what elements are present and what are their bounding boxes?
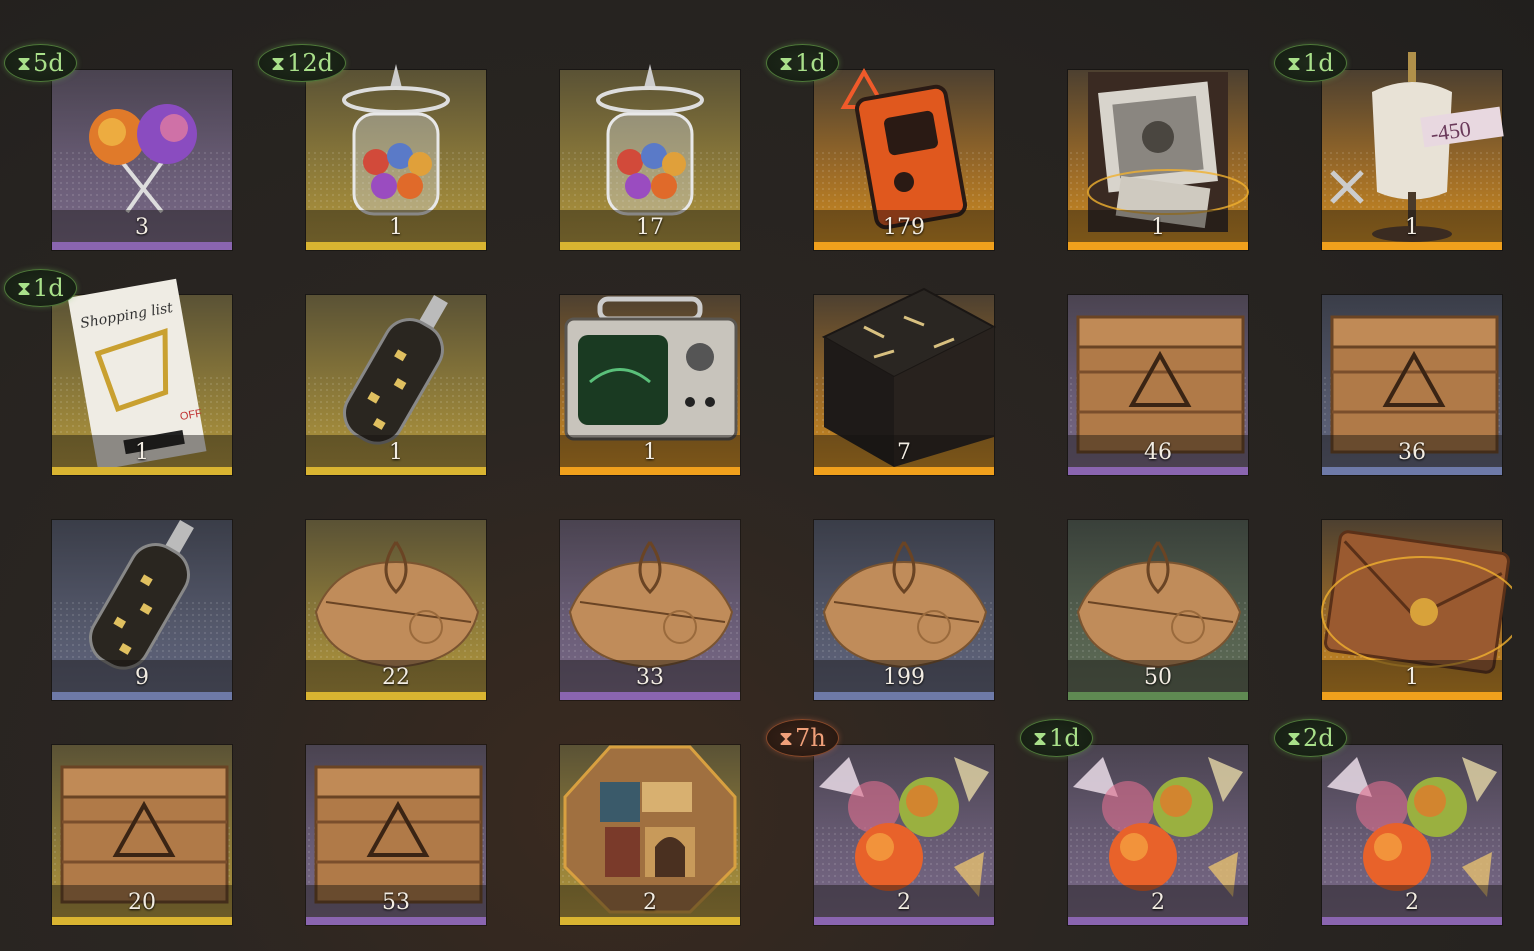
item-count: 199 xyxy=(883,665,925,690)
inventory-slot-lollipops[interactable]: 3 xyxy=(52,70,232,250)
item-count: 17 xyxy=(636,215,664,240)
rarity-stripe xyxy=(560,467,740,475)
item-count: 1 xyxy=(135,440,149,465)
inventory-slot-candies[interactable]: 2 xyxy=(1322,745,1502,925)
inventory-slot-parcel[interactable]: 22 xyxy=(306,520,486,700)
expiry-timer-badge: ⧗ 1d xyxy=(1274,44,1347,82)
item-count: 50 xyxy=(1144,665,1172,690)
item-count: 1 xyxy=(1405,215,1419,240)
timer-value: 7h xyxy=(795,724,826,752)
item-label-tag: -450 xyxy=(1429,116,1472,146)
hourglass-icon: ⧗ xyxy=(779,51,794,75)
inventory-slot-parcel[interactable]: 33 xyxy=(560,520,740,700)
item-count: 9 xyxy=(135,665,149,690)
timer-value: 5d xyxy=(33,49,64,77)
rarity-stripe xyxy=(306,917,486,925)
rarity-stripe xyxy=(52,242,232,250)
inventory-slot-envelope[interactable]: 1 xyxy=(1321,520,1512,700)
item-count: 36 xyxy=(1398,440,1426,465)
rarity-stripe xyxy=(1322,692,1502,700)
rarity-stripe xyxy=(814,242,994,250)
rarity-stripe xyxy=(52,917,232,925)
item-count: 3 xyxy=(135,215,149,240)
expiry-timer-badge: ⧗ 1d xyxy=(1020,719,1093,757)
item-count: 22 xyxy=(382,665,410,690)
expiry-timer-badge: ⧗ 5d xyxy=(4,44,77,82)
item-count: 179 xyxy=(883,215,925,240)
inventory-slot-puzzle-box[interactable]: 2 xyxy=(560,745,740,925)
rarity-stripe xyxy=(1068,917,1248,925)
item-count: 7 xyxy=(897,440,911,465)
item-count: 2 xyxy=(1405,890,1419,915)
inventory-slot-wooden-crate[interactable]: 46 xyxy=(1068,295,1248,475)
item-count: 2 xyxy=(643,890,657,915)
item-count: 46 xyxy=(1144,440,1172,465)
inventory-slot-orange-device[interactable]: 179 xyxy=(814,67,994,250)
expiry-timer-badge: ⧗ 2d xyxy=(1274,719,1347,757)
rarity-stripe xyxy=(1322,242,1502,250)
rarity-stripe xyxy=(52,692,232,700)
hourglass-icon: ⧗ xyxy=(271,51,286,75)
rarity-stripe xyxy=(1322,917,1502,925)
rarity-stripe xyxy=(1068,692,1248,700)
inventory-slot-parcel[interactable]: 50 xyxy=(1068,520,1248,700)
inventory-slot-wooden-crate[interactable]: 20 xyxy=(52,745,232,925)
rarity-stripe xyxy=(306,242,486,250)
inventory-slot-candy-jar[interactable]: 1 xyxy=(306,64,486,250)
item-count: 20 xyxy=(128,890,156,915)
item-count: 53 xyxy=(382,890,410,915)
rarity-stripe xyxy=(814,467,994,475)
inventory-slot-radio-monitor[interactable]: 1 xyxy=(560,295,740,475)
rarity-stripe xyxy=(306,467,486,475)
hourglass-icon: ⧗ xyxy=(17,276,32,300)
expiry-timer-badge: ⧗ 1d xyxy=(766,44,839,82)
hourglass-icon: ⧗ xyxy=(779,726,794,750)
expiry-timer-badge: ⧗ 1d xyxy=(4,269,77,307)
rarity-stripe xyxy=(1068,242,1248,250)
rarity-stripe xyxy=(1068,467,1248,475)
expiry-timer-badge: ⧗ 7h xyxy=(766,719,839,757)
rarity-stripe xyxy=(560,917,740,925)
inventory-slot-candy-jar[interactable]: 17 xyxy=(560,64,740,250)
timer-value: 1d xyxy=(1049,724,1080,752)
rarity-stripe xyxy=(814,692,994,700)
item-count: 1 xyxy=(1151,215,1165,240)
rarity-stripe xyxy=(1322,467,1502,475)
inventory-slot-parcel[interactable]: 199 xyxy=(814,520,994,700)
rarity-stripe xyxy=(814,917,994,925)
inventory-slot-bottle[interactable]: 1 xyxy=(306,295,486,475)
timer-value: 1d xyxy=(33,274,64,302)
timer-value: 2d xyxy=(1303,724,1334,752)
hourglass-icon: ⧗ xyxy=(1287,726,1302,750)
expiry-timer-badge: ⧗ 12d xyxy=(258,44,346,82)
inventory-slot-candies[interactable]: 2 xyxy=(814,745,994,925)
timer-value: 1d xyxy=(1303,49,1334,77)
hourglass-icon: ⧗ xyxy=(1033,726,1048,750)
item-count: 1 xyxy=(643,440,657,465)
inventory-slot-rune-table[interactable]: 7 xyxy=(814,287,997,475)
timer-value: 1d xyxy=(795,49,826,77)
inventory-slot-candies[interactable]: 2 xyxy=(1068,745,1248,925)
inventory-slot-mannequin-coupon[interactable]: -450 1 xyxy=(1322,52,1504,250)
item-count: 33 xyxy=(636,665,664,690)
inventory-slot-wooden-crate[interactable]: 53 xyxy=(306,745,486,925)
inventory-slot-shopping-list[interactable]: Shopping list OFF 1 xyxy=(52,278,232,475)
item-count: 2 xyxy=(897,890,911,915)
inventory-slot-bottle[interactable]: 9 xyxy=(52,520,232,700)
item-count: 1 xyxy=(389,440,403,465)
rarity-stripe xyxy=(306,692,486,700)
hourglass-icon: ⧗ xyxy=(17,51,32,75)
item-count: 2 xyxy=(1151,890,1165,915)
inventory-grid: 3 ⧗ 5d 1 ⧗ 12d 17 179 ⧗ 1d 1 -450 1 ⧗ 1d Shoppin… xyxy=(0,0,1534,951)
hourglass-icon: ⧗ xyxy=(1287,51,1302,75)
rarity-stripe xyxy=(52,467,232,475)
timer-value: 12d xyxy=(287,49,333,77)
rarity-stripe xyxy=(560,242,740,250)
item-count: 1 xyxy=(389,215,403,240)
inventory-slot-wooden-crate[interactable]: 36 xyxy=(1322,295,1502,475)
inventory-slot-photo-box[interactable]: 1 xyxy=(1068,70,1249,250)
rarity-stripe xyxy=(560,692,740,700)
item-count: 1 xyxy=(1405,665,1419,690)
